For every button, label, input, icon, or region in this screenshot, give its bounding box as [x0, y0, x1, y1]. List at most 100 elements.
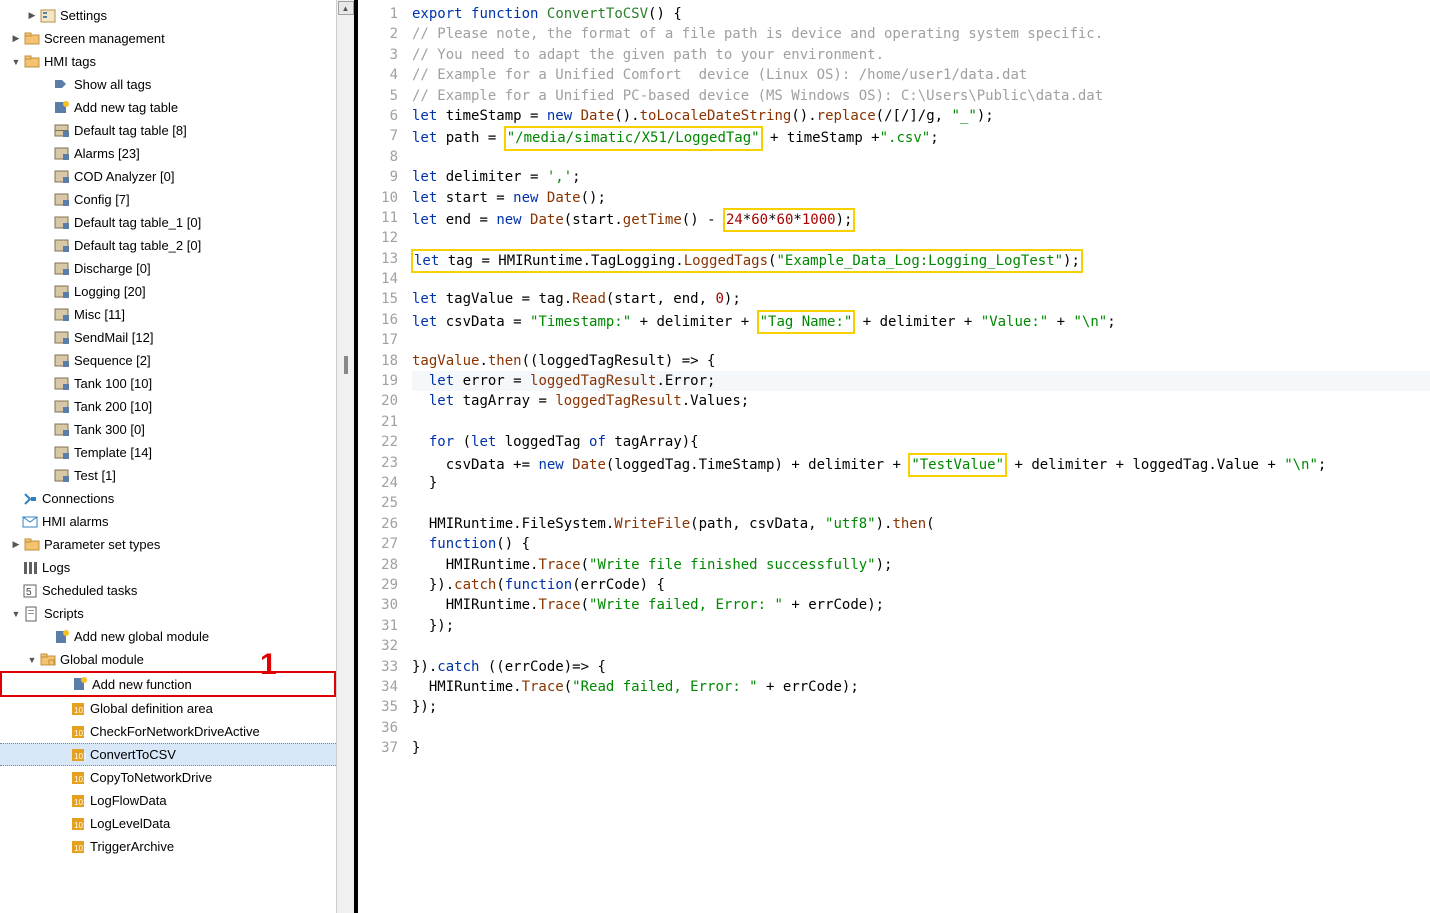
code-line[interactable]: }).catch ((errCode)=> {	[412, 657, 1430, 677]
code-line[interactable]: let tagValue = tag.Read(start, end, 0);	[412, 289, 1430, 309]
tree-misc[interactable]: Misc [11]	[0, 303, 336, 326]
code-line[interactable]	[412, 330, 1430, 350]
tree-tank300[interactable]: Tank 300 [0]	[0, 418, 336, 441]
tag-table-icon	[54, 192, 70, 208]
tree-alarms[interactable]: Alarms [23]	[0, 142, 336, 165]
caret-collapsed-icon[interactable]: ▶	[10, 33, 22, 44]
caret-collapsed-icon[interactable]: ▶	[26, 10, 38, 21]
code-line[interactable]: }	[412, 473, 1430, 493]
tree-logs[interactable]: Logs	[0, 556, 336, 579]
scroll-grip-icon[interactable]	[344, 356, 348, 374]
tree-log-level-data[interactable]: 101LogLevelData	[0, 812, 336, 835]
code-line[interactable]: // You need to adapt the given path to y…	[412, 45, 1430, 65]
code-line[interactable]: HMIRuntime.Trace("Write file finished su…	[412, 555, 1430, 575]
tree-dtt1[interactable]: Default tag table_1 [0]	[0, 211, 336, 234]
code-line[interactable]: HMIRuntime.Trace("Read failed, Error: " …	[412, 677, 1430, 697]
tree-global-definition-area[interactable]: 101Global definition area	[0, 697, 336, 720]
tree-scheduled-tasks[interactable]: 5Scheduled tasks	[0, 579, 336, 602]
line-number: 15	[358, 289, 398, 309]
code-line[interactable]: });	[412, 697, 1430, 717]
code-line[interactable]	[412, 636, 1430, 656]
tag-table-icon	[54, 123, 70, 139]
code-line[interactable]: let csvData = "Timestamp:" + delimiter +…	[412, 310, 1430, 330]
tree-connections[interactable]: Connections	[0, 487, 336, 510]
tree-copy-to-network-drive[interactable]: 101CopyToNetworkDrive	[0, 766, 336, 789]
tree-log-flow-data[interactable]: 101LogFlowData	[0, 789, 336, 812]
code-line[interactable]: let error = loggedTagResult.Error;	[412, 371, 1430, 391]
tree-label: CopyToNetworkDrive	[90, 770, 212, 785]
code-line[interactable]: let delimiter = ',';	[412, 167, 1430, 187]
code-line[interactable]: HMIRuntime.FileSystem.WriteFile(path, cs…	[412, 514, 1430, 534]
tree-add-tag-table[interactable]: Add new tag table	[0, 96, 336, 119]
tree-label: Scripts	[44, 606, 84, 621]
add-module-icon	[54, 629, 70, 645]
caret-expanded-icon[interactable]: ▼	[26, 655, 38, 665]
tree-convert-to-csv[interactable]: 101ConvertToCSV	[0, 743, 336, 766]
tree-label: HMI alarms	[42, 514, 108, 529]
code-line[interactable]: }	[412, 738, 1430, 758]
tree-parameter-set-types[interactable]: ▶Parameter set types	[0, 533, 336, 556]
tree-label: Add new global module	[74, 629, 209, 644]
scroll-up-button[interactable]: ▲	[338, 1, 354, 15]
tree-discharge[interactable]: Discharge [0]	[0, 257, 336, 280]
code-line[interactable]	[412, 718, 1430, 738]
code-line[interactable]: function() {	[412, 534, 1430, 554]
tree-cod-analyzer[interactable]: COD Analyzer [0]	[0, 165, 336, 188]
tree-add-new-function[interactable]: Add new function	[0, 671, 336, 697]
code-line[interactable]: let tag = HMIRuntime.TagLogging.LoggedTa…	[412, 249, 1430, 269]
code-line[interactable]	[412, 269, 1430, 289]
tree-tank100[interactable]: Tank 100 [10]	[0, 372, 336, 395]
tag-table-icon	[54, 284, 70, 300]
code-editor[interactable]: 1234567891011121314151617181920212223242…	[358, 0, 1430, 913]
code-line[interactable]: let path = "/media/simatic/X51/LoggedTag…	[412, 126, 1430, 146]
tree-scripts[interactable]: ▼ Scripts	[0, 602, 336, 625]
tree-test[interactable]: Test [1]	[0, 464, 336, 487]
code-line[interactable]: }).catch(function(errCode) {	[412, 575, 1430, 595]
code-line[interactable]: tagValue.then((loggedTagResult) => {	[412, 351, 1430, 371]
code-line[interactable]: for (let loggedTag of tagArray){	[412, 432, 1430, 452]
code-line[interactable]	[412, 228, 1430, 248]
tree-add-global-module[interactable]: Add new global module	[0, 625, 336, 648]
tree-global-module[interactable]: ▼Global module	[0, 648, 336, 671]
code-line[interactable]: let timeStamp = new Date().toLocaleDateS…	[412, 106, 1430, 126]
tree-scrollbar[interactable]: ▲	[336, 0, 354, 913]
code-line[interactable]	[412, 412, 1430, 432]
code-line[interactable]: });	[412, 616, 1430, 636]
code-line[interactable]: export function ConvertToCSV() {	[412, 4, 1430, 24]
tree-label: Logging [20]	[74, 284, 146, 299]
tree-label: Sequence [2]	[74, 353, 151, 368]
tree-config[interactable]: Config [7]	[0, 188, 336, 211]
tree-label: Test [1]	[74, 468, 116, 483]
code-line[interactable]	[412, 493, 1430, 513]
caret-expanded-icon[interactable]: ▼	[10, 57, 22, 67]
tree-tank200[interactable]: Tank 200 [10]	[0, 395, 336, 418]
tree-screen-management[interactable]: ▶ Screen management	[0, 27, 336, 50]
tree-default-tag-table[interactable]: Default tag table [8]	[0, 119, 336, 142]
tree-dtt2[interactable]: Default tag table_2 [0]	[0, 234, 336, 257]
tree-show-all-tags[interactable]: Show all tags	[0, 73, 336, 96]
tree-check-network-drive[interactable]: 101CheckForNetworkDriveActive	[0, 720, 336, 743]
project-tree[interactable]: ▶ Settings ▶ Screen management ▼ HMI tag…	[0, 0, 336, 913]
tree-hmi-tags[interactable]: ▼ HMI tags	[0, 50, 336, 73]
code-line[interactable]: // Please note, the format of a file pat…	[412, 24, 1430, 44]
code-line[interactable]: let end = new Date(start.getTime() - 24*…	[412, 208, 1430, 228]
code-line[interactable]: let tagArray = loggedTagResult.Values;	[412, 391, 1430, 411]
code-line[interactable]: HMIRuntime.Trace("Write failed, Error: "…	[412, 595, 1430, 615]
module-folder-icon	[40, 652, 56, 668]
code-line[interactable]: // Example for a Unified PC-based device…	[412, 86, 1430, 106]
caret-collapsed-icon[interactable]: ▶	[10, 539, 22, 550]
code-line[interactable]: // Example for a Unified Comfort device …	[412, 65, 1430, 85]
folder-icon	[24, 31, 40, 47]
code-line[interactable]	[412, 147, 1430, 167]
tree-template[interactable]: Template [14]	[0, 441, 336, 464]
tree-sequence[interactable]: Sequence [2]	[0, 349, 336, 372]
tree-logging[interactable]: Logging [20]	[0, 280, 336, 303]
tree-settings[interactable]: ▶ Settings	[0, 4, 336, 27]
code-line[interactable]: csvData += new Date(loggedTag.TimeStamp)…	[412, 453, 1430, 473]
tree-trigger-archive[interactable]: 101TriggerArchive	[0, 835, 336, 858]
tree-sendmail[interactable]: SendMail [12]	[0, 326, 336, 349]
caret-expanded-icon[interactable]: ▼	[10, 609, 22, 619]
code-area[interactable]: export function ConvertToCSV() {// Pleas…	[408, 4, 1430, 913]
tree-hmi-alarms[interactable]: HMI alarms	[0, 510, 336, 533]
code-line[interactable]: let start = new Date();	[412, 188, 1430, 208]
